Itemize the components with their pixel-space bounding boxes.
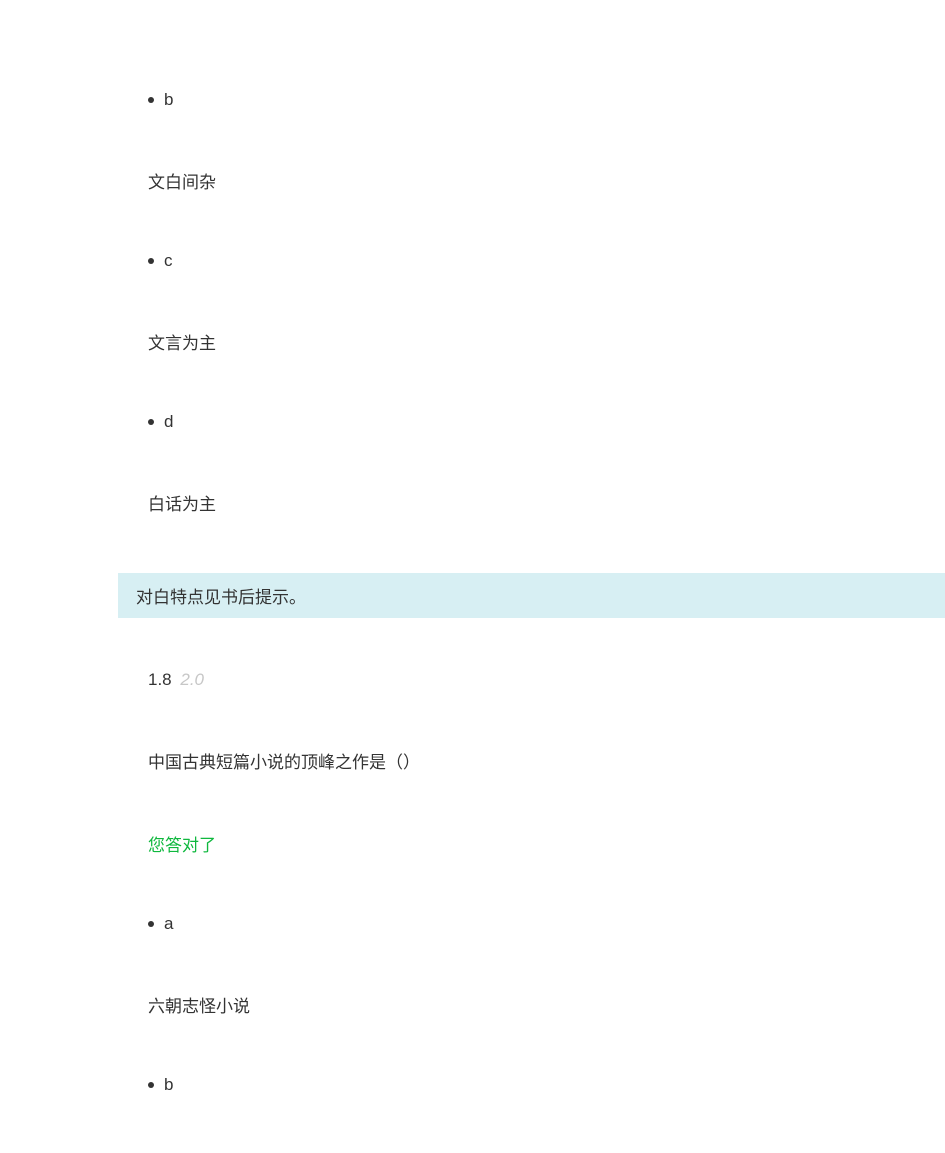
- option-a-row: a: [148, 914, 827, 934]
- option-a-text: 六朝志怪小说: [148, 992, 827, 1017]
- option-c-row: c: [148, 251, 827, 271]
- option-c-text: 文言为主: [148, 329, 827, 354]
- bullet-icon: [148, 419, 154, 425]
- question-index: 1.8: [148, 670, 172, 689]
- question-number: 1.8 2.0: [148, 670, 827, 690]
- option-b-text: 文白间杂: [148, 168, 827, 193]
- option-letter: b: [164, 1075, 173, 1095]
- hint-box: 对白特点见书后提示。: [118, 573, 945, 618]
- answer-feedback: 您答对了: [148, 831, 827, 856]
- bullet-icon: [148, 1082, 154, 1088]
- bullet-icon: [148, 258, 154, 264]
- bullet-icon: [148, 97, 154, 103]
- option-letter: c: [164, 251, 173, 271]
- option-b-row: b: [148, 90, 827, 110]
- option-letter: d: [164, 412, 173, 432]
- option-d-row: d: [148, 412, 827, 432]
- option-letter: a: [164, 914, 173, 934]
- question-score: 2.0: [180, 670, 204, 689]
- bullet-icon: [148, 921, 154, 927]
- question-text: 中国古典短篇小说的顶峰之作是（）: [148, 748, 827, 773]
- option-b2-row: b: [148, 1075, 827, 1095]
- option-letter: b: [164, 90, 173, 110]
- option-d-text: 白话为主: [148, 490, 827, 515]
